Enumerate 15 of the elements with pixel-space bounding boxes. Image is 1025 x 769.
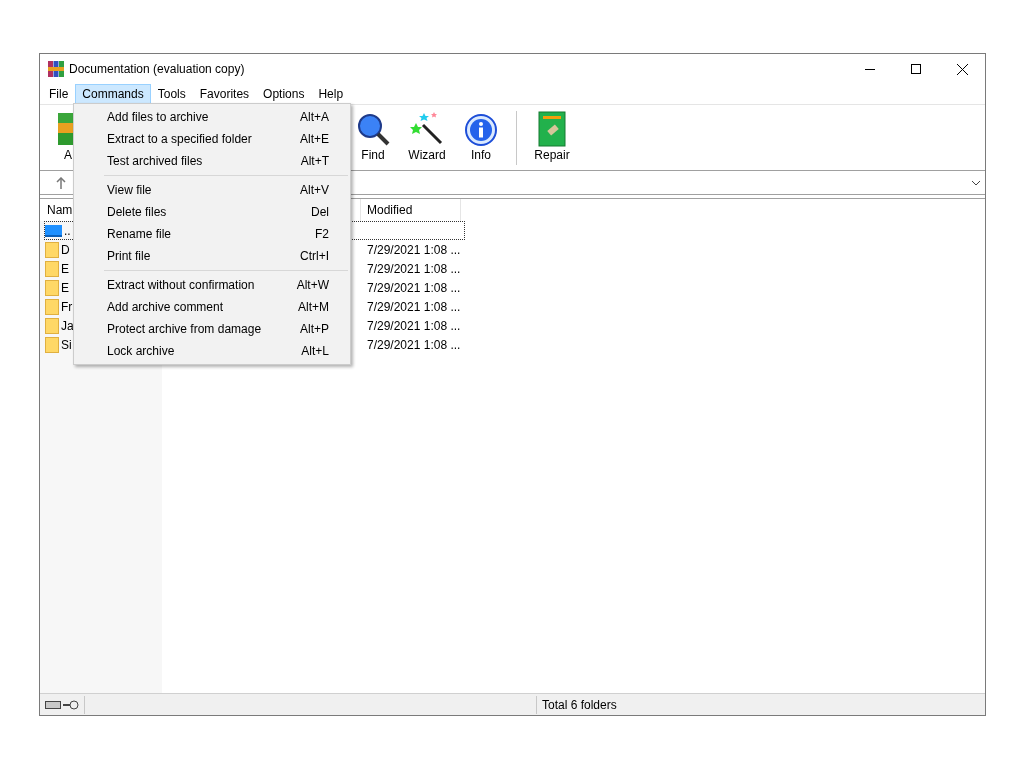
file-name: D (61, 241, 70, 259)
modified-date: 7/29/2021 1:08 ... (366, 317, 461, 335)
window-title: Documentation (evaluation copy) (69, 61, 245, 78)
file-name: Fr (61, 298, 73, 316)
status-text: Total 6 folders (542, 696, 617, 714)
modified-date: 7/29/2021 1:08 ... (366, 279, 461, 297)
file-name: E (61, 260, 69, 278)
modified-date: 7/29/2021 1:08 ... (366, 298, 461, 316)
file-name: .. (64, 222, 71, 240)
modified-date: 7/29/2021 1:08 ... (366, 336, 461, 354)
file-name: Ja (61, 317, 74, 335)
modified-date: 7/29/2021 1:08 ... (366, 260, 461, 278)
file-name: Si (61, 336, 72, 354)
modified-date: 7/29/2021 1:08 ... (366, 241, 461, 259)
file-name: E (61, 279, 69, 297)
